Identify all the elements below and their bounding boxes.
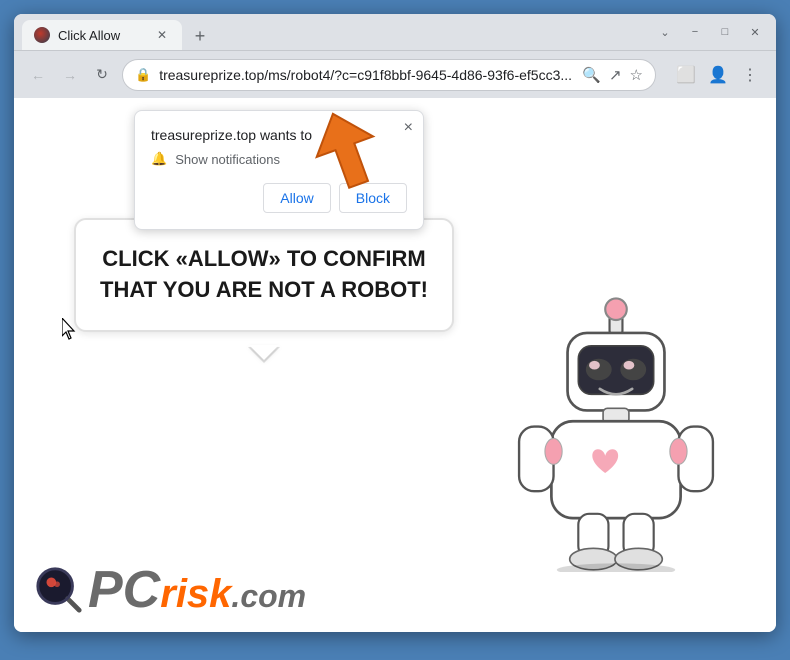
logo-risk-text: risk [160,574,231,614]
bookmark-icon[interactable]: ☆ [630,66,643,84]
tab-title: Click Allow [58,28,146,43]
logo-pc-text: PC [88,564,160,616]
extensions-button[interactable]: ⬜ [672,61,700,89]
forward-button[interactable]: → [58,63,82,87]
share-icon[interactable]: ↗ [609,66,622,84]
title-bar: Click Allow ✕ + ⌄ − □ ✕ [14,14,776,50]
tab-area: Click Allow ✕ + [22,14,652,50]
lock-icon: 🔒 [135,67,151,83]
browser-window: Click Allow ✕ + ⌄ − □ ✕ ← → ↻ 🔒 treasure… [14,14,776,632]
mouse-cursor [62,318,74,338]
logo-com-text: .com [231,580,306,612]
toolbar-icons: ⬜ 👤 ⋮ [672,61,764,89]
menu-button[interactable]: ⋮ [736,61,764,89]
minimize-button[interactable]: − [682,23,708,41]
speech-bubble: CLICK «ALLOW» TO CONFIRM THAT YOU ARE NO… [74,218,454,332]
address-bar: ← → ↻ 🔒 treasureprize.top/ms/robot4/?c=c… [14,50,776,98]
logo-full-text: PC risk .com [88,564,306,616]
url-bar[interactable]: 🔒 treasureprize.top/ms/robot4/?c=c91f8bb… [122,59,656,91]
close-button[interactable]: ✕ [742,23,768,41]
bubble-text: CLICK «ALLOW» TO CONFIRM THAT YOU ARE NO… [96,244,432,306]
maximize-button[interactable]: □ [712,23,738,41]
robot-image [506,292,736,572]
tab-close-button[interactable]: ✕ [154,27,170,43]
popup-close-button[interactable]: × [404,119,413,137]
profile-button[interactable]: 👤 [704,61,732,89]
refresh-button[interactable]: ↻ [90,63,114,87]
bell-icon: 🔔 [151,151,167,167]
url-text: treasureprize.top/ms/robot4/?c=c91f8bbf-… [159,67,574,83]
page-content: × treasureprize.top wants to 🔔 Show noti… [14,98,776,632]
back-button[interactable]: ← [26,63,50,87]
chevron-icon: ⌄ [652,23,678,41]
window-controls: ⌄ − □ ✕ [652,23,768,41]
active-tab[interactable]: Click Allow ✕ [22,20,182,50]
url-action-icons: 🔍 ↗ ☆ [582,66,643,84]
tab-favicon [34,27,50,43]
pcrisk-logo: PC risk .com [34,564,306,616]
show-notifications-label: Show notifications [175,152,280,167]
logo-magnifier-icon [34,565,84,615]
new-tab-button[interactable]: + [186,22,214,50]
search-icon[interactable]: 🔍 [582,66,601,84]
